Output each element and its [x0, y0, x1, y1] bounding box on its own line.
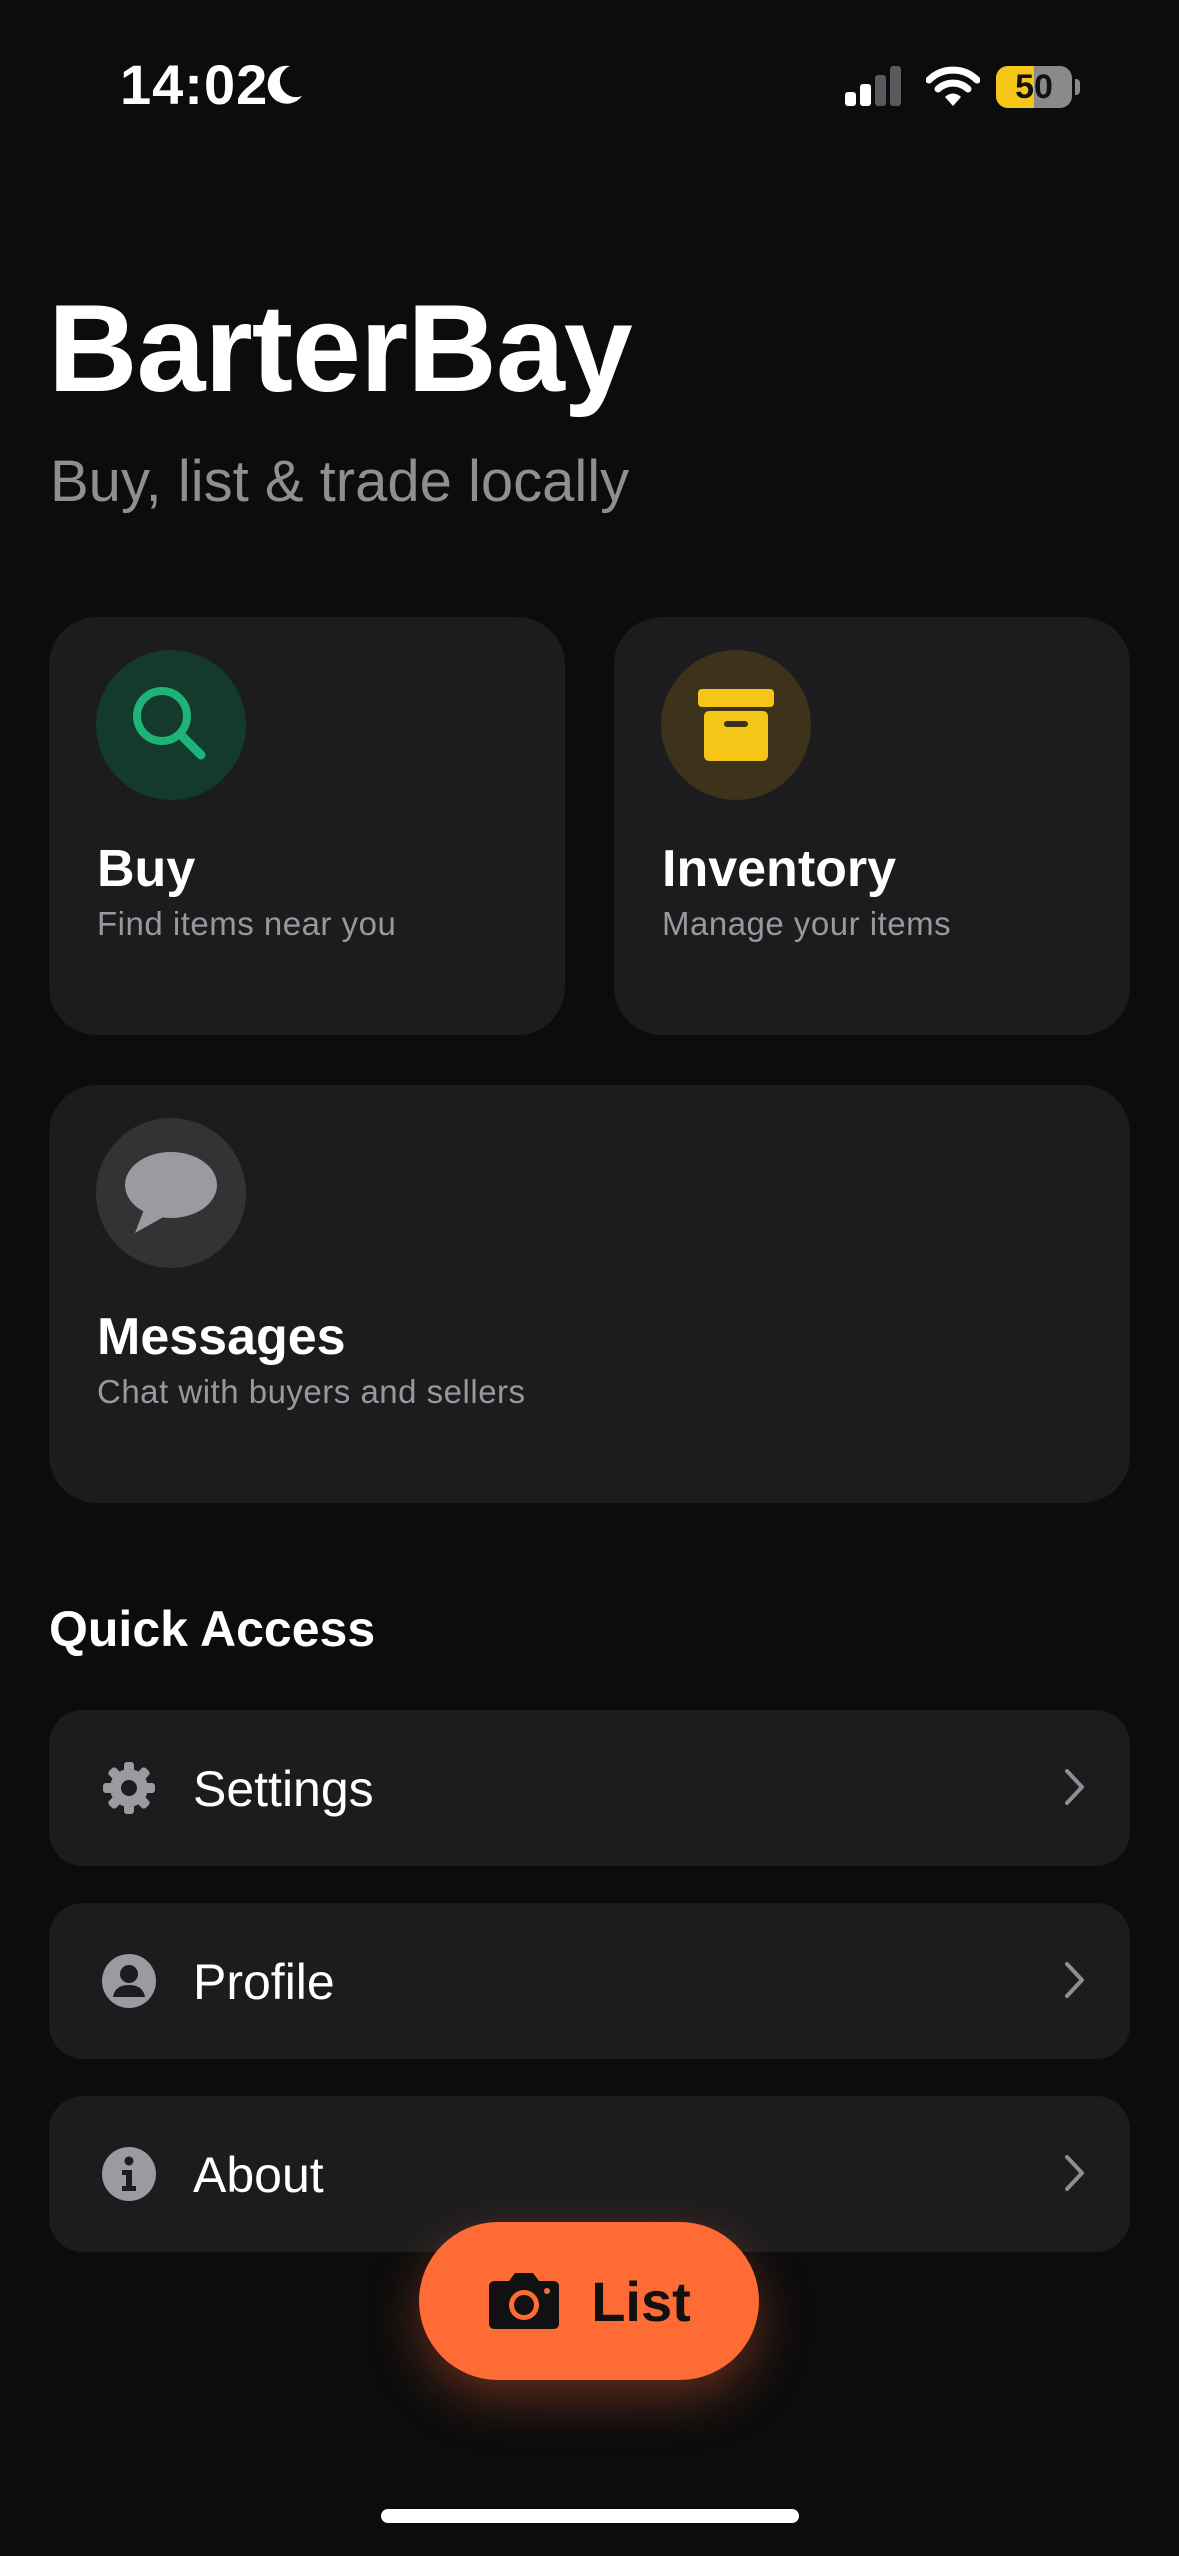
app-subtitle: Buy, list & trade locally	[50, 449, 630, 514]
messages-card[interactable]: Messages Chat with buyers and sellers	[49, 1085, 1130, 1503]
archive-box-icon	[698, 689, 774, 761]
person-circle-icon	[102, 1954, 156, 2008]
signal-icon	[845, 66, 901, 106]
status-bar: 14:02 50	[0, 0, 1179, 170]
inventory-card[interactable]: Inventory Manage your items	[614, 617, 1130, 1035]
battery-indicator: 50	[996, 66, 1080, 108]
search-icon	[133, 687, 206, 760]
inventory-icon-circle	[661, 650, 811, 800]
settings-label: Settings	[193, 1761, 374, 1817]
profile-label: Profile	[193, 1954, 335, 2010]
chevron-right-icon	[1065, 1962, 1084, 1998]
list-fab-button[interactable]: List	[419, 2222, 759, 2380]
messages-card-title: Messages	[97, 1308, 346, 1366]
camera-icon	[489, 2273, 560, 2329]
settings-row[interactable]: Settings	[49, 1710, 1130, 1866]
chevron-right-icon	[1065, 2155, 1084, 2191]
quick-access-title: Quick Access	[49, 1601, 376, 1657]
about-label: About	[193, 2147, 324, 2203]
app-title: BarterBay	[48, 280, 633, 418]
profile-row[interactable]: Profile	[49, 1903, 1130, 2059]
buy-card-subtitle: Find items near you	[97, 905, 397, 942]
buy-icon-circle	[96, 650, 246, 800]
messages-icon-circle	[96, 1118, 246, 1268]
buy-card-title: Buy	[97, 840, 196, 898]
inventory-card-title: Inventory	[662, 840, 897, 898]
info-icon	[102, 2147, 156, 2201]
messages-card-subtitle: Chat with buyers and sellers	[97, 1373, 526, 1410]
status-time: 14:02	[120, 53, 269, 116]
wifi-icon	[926, 66, 980, 106]
buy-card[interactable]: Buy Find items near you	[49, 617, 565, 1035]
list-fab-label: List	[591, 2269, 691, 2333]
gear-icon	[103, 1762, 155, 1814]
chat-bubble-icon	[125, 1152, 217, 1233]
home-indicator[interactable]	[381, 2509, 799, 2523]
moon-icon	[267, 65, 302, 104]
chevron-right-icon	[1065, 1769, 1084, 1805]
battery-percent: 50	[1015, 68, 1053, 106]
inventory-card-subtitle: Manage your items	[662, 905, 952, 942]
